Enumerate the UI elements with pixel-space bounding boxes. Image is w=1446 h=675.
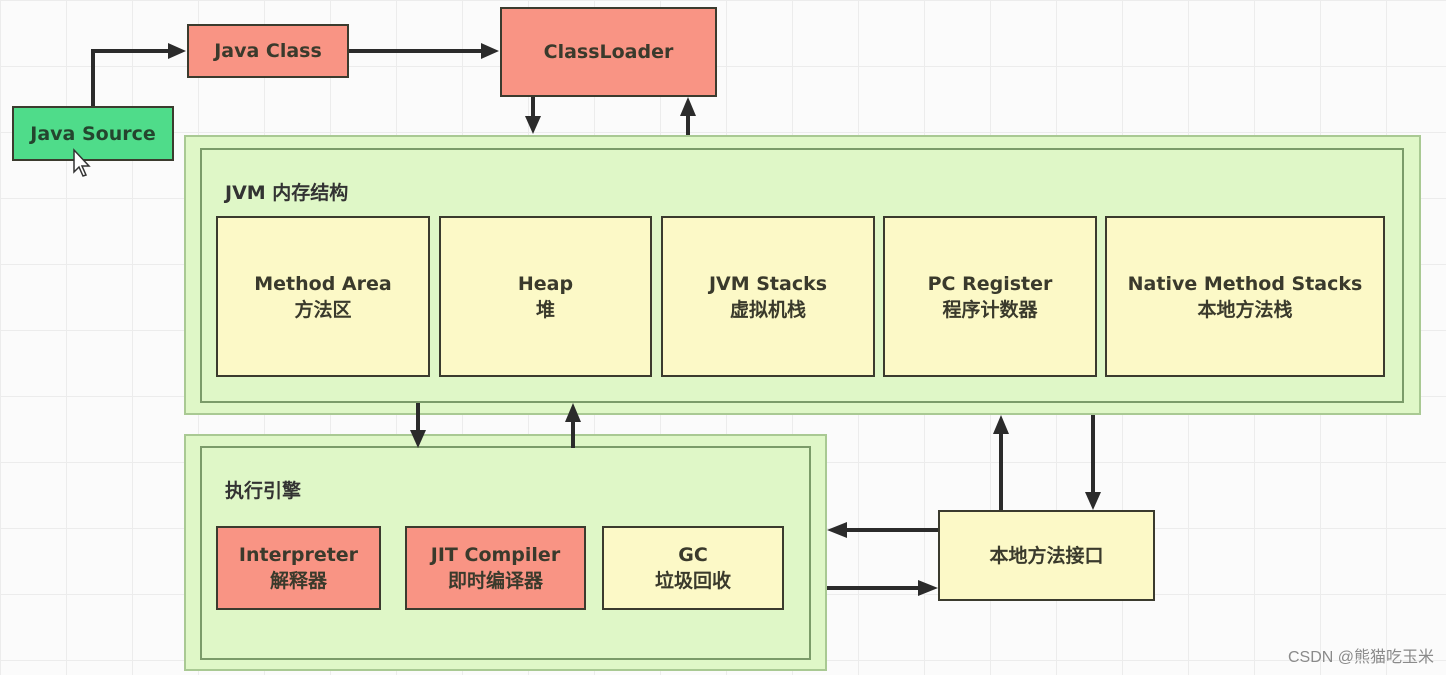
- jvm-stacks-zh: 虚拟机栈: [729, 298, 806, 321]
- arrowhead-native-left: [918, 580, 938, 596]
- native-interface-label: 本地方法接口: [989, 544, 1104, 567]
- arrowhead-classloader: [481, 43, 499, 59]
- heap-en: Heap: [517, 272, 574, 295]
- interpreter-en: Interpreter: [238, 544, 359, 566]
- interpreter-zh: 解释器: [269, 570, 327, 592]
- arrowhead-classloader-bottom: [680, 97, 696, 116]
- jit-compiler-en: JIT Compiler: [430, 544, 561, 566]
- mouse-cursor-icon: [73, 148, 91, 177]
- gc-en: GC: [678, 544, 708, 566]
- pc-register-zh: 程序计数器: [942, 298, 1038, 321]
- engine-part-interpreter[interactable]: Interpreter 解释器: [216, 526, 381, 610]
- arrowhead-engine-right: [827, 522, 847, 538]
- pc-register-en: PC Register: [927, 272, 1053, 295]
- java-class-node[interactable]: Java Class: [187, 24, 349, 78]
- method-area-en: Method Area: [254, 272, 392, 295]
- arrowhead-memory-bottom-right: [993, 415, 1009, 434]
- jvm-memory-title: JVM 内存结构: [225, 182, 349, 204]
- watermark: CSDN @熊猫吃玉米: [1287, 649, 1434, 666]
- arrow-source-to-class: [91, 49, 170, 106]
- java-class-label: Java Class: [214, 40, 322, 62]
- arrowhead-java-class: [168, 43, 186, 59]
- classloader-node[interactable]: ClassLoader: [500, 7, 717, 97]
- gc-zh: 垃圾回收: [654, 570, 731, 592]
- native-method-stacks-en: Native Method Stacks: [1127, 272, 1363, 295]
- jit-compiler-zh: 即时编译器: [447, 570, 543, 592]
- engine-part-jit-compiler[interactable]: JIT Compiler 即时编译器: [405, 526, 586, 610]
- java-source-label: Java Source: [30, 122, 156, 145]
- native-interface-node[interactable]: 本地方法接口: [938, 510, 1155, 601]
- classloader-label: ClassLoader: [543, 41, 674, 63]
- execution-engine-title: 执行引擎: [225, 480, 302, 502]
- arrowhead-memory-top: [525, 116, 541, 134]
- arrowhead-native-top: [1085, 492, 1101, 510]
- memory-area-method-area[interactable]: Method Area 方法区: [216, 216, 430, 377]
- engine-part-gc[interactable]: GC 垃圾回收: [602, 526, 784, 610]
- memory-area-heap[interactable]: Heap 堆: [439, 216, 652, 377]
- jvm-stacks-en: JVM Stacks: [708, 272, 828, 295]
- heap-zh: 堆: [535, 298, 555, 321]
- memory-area-pc-register[interactable]: PC Register 程序计数器: [883, 216, 1097, 377]
- memory-area-native-method-stacks[interactable]: Native Method Stacks 本地方法栈: [1105, 216, 1385, 377]
- method-area-zh: 方法区: [294, 298, 352, 321]
- memory-area-jvm-stacks[interactable]: JVM Stacks 虚拟机栈: [661, 216, 875, 377]
- native-method-stacks-zh: 本地方法栈: [1197, 298, 1293, 321]
